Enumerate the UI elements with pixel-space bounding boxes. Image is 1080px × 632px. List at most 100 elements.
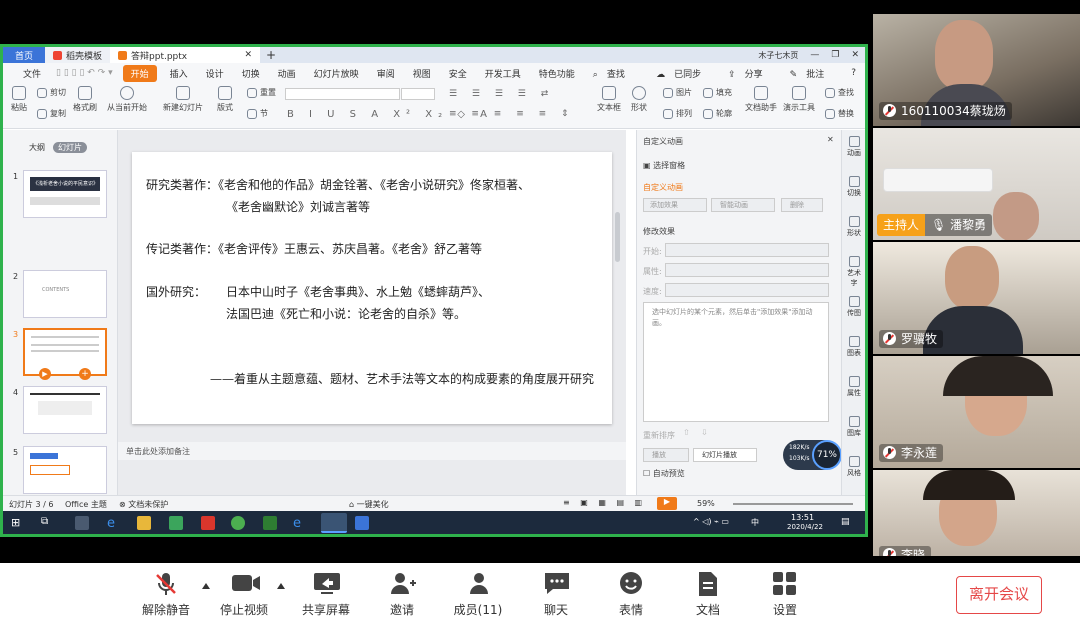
slide-thumbnail-4[interactable] (23, 386, 107, 434)
store-icon[interactable] (169, 516, 183, 530)
close-tab-icon[interactable]: ✕ (244, 50, 252, 60)
slide-thumbnail-3[interactable]: ▶ + (23, 328, 107, 380)
layout-button[interactable]: 版式 (217, 86, 233, 113)
tab-slides[interactable]: 幻灯片 (53, 142, 87, 153)
tab-template[interactable]: 稻壳模板 (45, 47, 111, 63)
fill-button[interactable]: 填充 (703, 87, 732, 98)
align-buttons[interactable]: ≡ ≡ ≡ ≡ ≡ ⇕ (449, 109, 575, 119)
video-options-caret[interactable] (277, 583, 285, 589)
side-style[interactable]: 风格 (844, 456, 864, 478)
cut-button[interactable]: 剪切 (37, 87, 66, 98)
font-size-select[interactable] (401, 88, 435, 100)
ie-icon[interactable]: e (293, 516, 307, 531)
smart-anim-button[interactable]: 智能动画 (711, 198, 775, 212)
video-tile-1[interactable]: 160110034蔡珑炀 (873, 14, 1080, 126)
copy-button[interactable]: 复制 (37, 108, 66, 119)
side-wordart[interactable]: 艺术字 (844, 256, 864, 288)
unmute-button[interactable]: 解除静音 (136, 571, 196, 618)
video-tile-2[interactable]: 主持人 🎙 潘黎勇 (873, 128, 1080, 240)
chat-button[interactable]: 聊天 (526, 571, 586, 618)
file-explorer-icon[interactable] (137, 516, 151, 530)
slide-thumbnail-2[interactable]: CONTENTS (23, 270, 107, 318)
invite-button[interactable]: 邀请 (372, 571, 432, 618)
menu-file[interactable]: 文件 (3, 67, 50, 80)
tab-home[interactable]: 首页 (3, 47, 45, 63)
present-tools-button[interactable]: 演示工具 (783, 86, 815, 113)
move-up-button[interactable]: ⇧ (683, 428, 690, 437)
audio-options-caret[interactable] (202, 583, 210, 589)
emoji-button[interactable]: 表情 (601, 571, 661, 618)
help-icon[interactable]: ? (842, 68, 865, 78)
tab-outline[interactable]: 大纲 (29, 142, 45, 153)
play-slide-icon[interactable]: ▶ (39, 368, 51, 380)
new-tab-icon[interactable]: + (260, 48, 282, 62)
new-slide-button[interactable]: 新建幻灯片 (163, 86, 203, 113)
slide-thumbnail-1[interactable]: 《浅析老舍小说的平民意识》 (23, 170, 107, 218)
menu-search[interactable]: ⌕ 查找 (584, 67, 643, 80)
app-icon[interactable] (263, 516, 277, 530)
effect-list[interactable]: 选中幻灯片的某个元素，然后单击"添加效果"添加动画。 (643, 302, 829, 422)
video-tile-3[interactable]: 罗骥牧 (873, 242, 1080, 354)
task-view-icon[interactable]: ⧉ (41, 516, 55, 530)
menu-design[interactable]: 设计 (197, 67, 233, 80)
menu-devtools[interactable]: 开发工具 (476, 67, 530, 80)
current-slide[interactable]: 研究类著作：《老舍和他的作品》胡金铨著、《老舍小说研究》佟家桓著、 《老舍幽默论… (132, 152, 612, 424)
replace-button[interactable]: 替换 (825, 108, 854, 119)
add-slide-icon[interactable]: + (79, 368, 91, 380)
panel-close-icon[interactable]: ✕ (827, 135, 834, 144)
speed-select[interactable] (665, 283, 829, 297)
documents-button[interactable]: 文档 (678, 571, 738, 618)
slideshow-play-button[interactable]: ▶ (657, 497, 677, 510)
close-window-icon[interactable]: ✕ (845, 50, 865, 60)
members-button[interactable]: 成员(11) (448, 571, 508, 618)
menu-features[interactable]: 特色功能 (530, 67, 584, 80)
delete-effect-button[interactable]: 删除 (781, 198, 823, 212)
notes-area[interactable]: 单击此处添加备注 (118, 442, 626, 460)
add-effect-button[interactable]: 添加效果 (643, 198, 707, 212)
scroll-thumb[interactable] (615, 212, 620, 262)
menu-slideshow[interactable]: 幻灯片放映 (305, 67, 368, 80)
menu-comment[interactable]: ✎ 批注 (781, 67, 843, 80)
play-effect-button[interactable]: 播放 (643, 448, 689, 462)
menu-transition[interactable]: 切换 (233, 67, 269, 80)
menu-review[interactable]: 审阅 (368, 67, 404, 80)
wps-taskbar-icon[interactable] (321, 513, 347, 533)
video-tile-4[interactable]: 李永莲 (873, 356, 1080, 468)
view-buttons[interactable]: ≡ ▣ ▦ ▤ ▥ (563, 498, 646, 507)
find-button[interactable]: 查找 (825, 87, 854, 98)
side-animation[interactable]: 动画 (844, 136, 864, 158)
vertical-scrollbar[interactable] (615, 130, 622, 430)
menu-insert[interactable]: 插入 (161, 67, 197, 80)
reset-button[interactable]: 重置 (247, 87, 276, 98)
doc-assist-button[interactable]: 文档助手 (745, 86, 777, 113)
maximize-icon[interactable]: ❐ (825, 50, 845, 60)
menu-synced[interactable]: ☁ 已同步 (647, 67, 719, 80)
side-property[interactable]: 属性 (844, 376, 864, 398)
font-name-select[interactable] (285, 88, 400, 100)
autopreview-checkbox[interactable]: ☐ 自动预览 (643, 468, 685, 479)
share-screen-button[interactable]: 共享屏幕 (296, 571, 356, 618)
video-tile-5[interactable]: 李晓 (873, 470, 1080, 556)
side-transition[interactable]: 切换 (844, 176, 864, 198)
paragraph-buttons[interactable]: ☰ ☰ ☰ ☰ ⇄ (449, 89, 554, 99)
ime-indicator[interactable]: 中 (751, 517, 759, 528)
app-icon[interactable] (75, 516, 89, 530)
settings-button[interactable]: 设置 (755, 571, 815, 618)
paste-button[interactable]: 粘贴 (11, 86, 27, 113)
menu-animation[interactable]: 动画 (269, 67, 305, 80)
side-gallery[interactable]: 图库 (844, 416, 864, 438)
section-button[interactable]: 节 (247, 108, 268, 119)
stop-video-button[interactable]: 停止视频 (214, 571, 274, 618)
side-shape[interactable]: 形状 (844, 216, 864, 238)
menu-view[interactable]: 视图 (404, 67, 440, 80)
leave-meeting-button[interactable]: 离开会议 (956, 576, 1042, 614)
side-chart[interactable]: 图表 (844, 336, 864, 358)
slide-thumbnail-5[interactable] (23, 446, 107, 494)
start-select[interactable] (665, 243, 829, 257)
menu-home[interactable]: 开始 (122, 64, 157, 82)
edge-icon[interactable]: e (107, 516, 121, 531)
shape-button[interactable]: 形状 (631, 86, 647, 113)
slideshow-button[interactable]: 幻灯片播放 (693, 448, 757, 462)
menu-security[interactable]: 安全 (440, 67, 476, 80)
tray-icons[interactable]: ^ ◁) ⌁ ▭ (693, 517, 729, 526)
